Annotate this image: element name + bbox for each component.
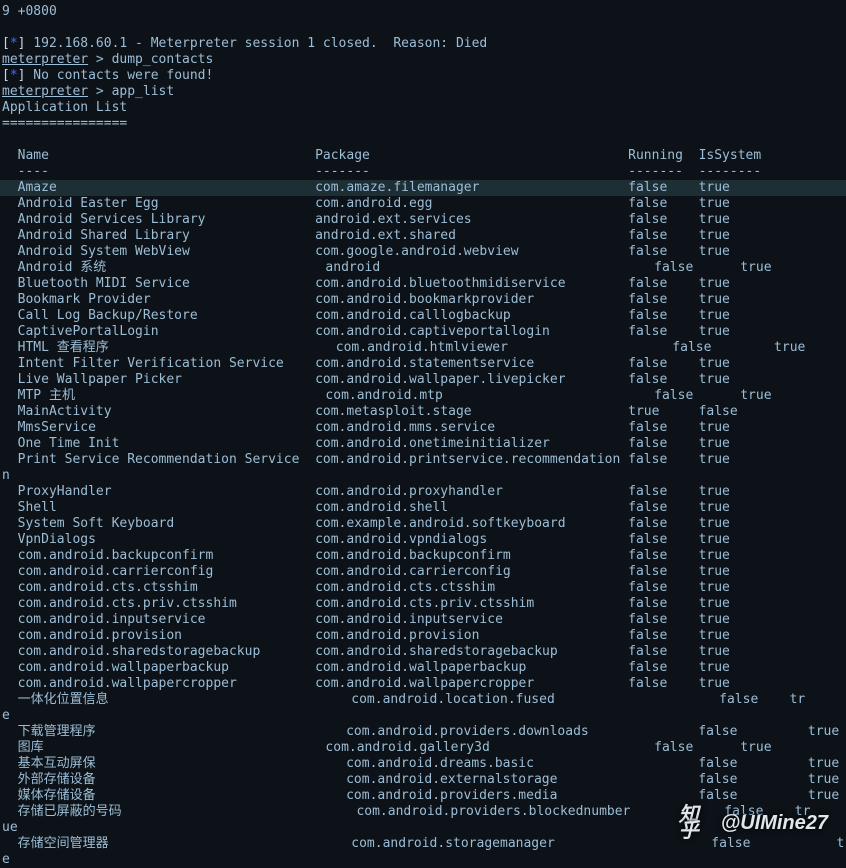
terminal-output[interactable]: 9 +0800 [*] 192.168.60.1 - Meterpreter s… — [0, 4, 846, 868]
terminal-line: Shell com.android.shell false true — [0, 500, 846, 516]
terminal-line: Live Wallpaper Picker com.android.wallpa… — [0, 372, 846, 388]
terminal-line: com.android.cts.ctsshim com.android.cts.… — [0, 580, 846, 596]
terminal-line — [0, 20, 846, 36]
terminal-line: ProxyHandler com.android.proxyhandler fa… — [0, 484, 846, 500]
terminal-line: ---- ------- ------- -------- — [0, 164, 846, 180]
terminal-line: 外部存储设备 com.android.externalstorage false… — [0, 772, 846, 788]
zhihu-logo-icon: 知乎 — [679, 813, 715, 833]
terminal-line: MainActivity com.metasploit.stage true f… — [0, 404, 846, 420]
terminal-line: com.android.inputservice com.android.inp… — [0, 612, 846, 628]
terminal-line: 图库 com.android.gallery3d false true — [0, 740, 846, 756]
terminal-line — [0, 132, 846, 148]
terminal-line: 存储空间管理器 com.android.storagemanager false… — [0, 836, 846, 852]
terminal-line: Application List — [0, 100, 846, 116]
watermark-text: @UIMine27 — [721, 815, 828, 831]
terminal-line: Android System WebView com.google.androi… — [0, 244, 846, 260]
terminal-line: Android Services Library android.ext.ser… — [0, 212, 846, 228]
terminal-line: Android Easter Egg com.android.egg false… — [0, 196, 846, 212]
terminal-line: com.android.wallpapercropper com.android… — [0, 676, 846, 692]
terminal-line: System Soft Keyboard com.example.android… — [0, 516, 846, 532]
terminal-line: Amaze com.amaze.filemanager false true — [0, 180, 846, 196]
terminal-line: Android 系统 android false true — [0, 260, 846, 276]
terminal-line: 基本互动屏保 com.android.dreams.basic false tr… — [0, 756, 846, 772]
terminal-line: Bookmark Provider com.android.bookmarkpr… — [0, 292, 846, 308]
terminal-line: com.android.backupconfirm com.android.ba… — [0, 548, 846, 564]
terminal-line: Android Shared Library android.ext.share… — [0, 228, 846, 244]
terminal-line: meterpreter > dump_contacts — [0, 52, 846, 68]
terminal-line: VpnDialogs com.android.vpndialogs false … — [0, 532, 846, 548]
terminal-line: Bluetooth MIDI Service com.android.bluet… — [0, 276, 846, 292]
terminal-line: CaptivePortalLogin com.android.captivepo… — [0, 324, 846, 340]
terminal-line: Intent Filter Verification Service com.a… — [0, 356, 846, 372]
terminal-line: 9 +0800 — [0, 4, 846, 20]
terminal-line: com.android.cts.priv.ctsshim com.android… — [0, 596, 846, 612]
terminal-line: com.android.wallpaperbackup com.android.… — [0, 660, 846, 676]
terminal-line: MmsService com.android.mms.service false… — [0, 420, 846, 436]
terminal-line: com.android.carrierconfig com.android.ca… — [0, 564, 846, 580]
watermark: 知乎 @UIMine27 — [679, 813, 828, 833]
terminal-line: e — [0, 852, 846, 868]
terminal-line: meterpreter > app_list — [0, 84, 846, 100]
terminal-line: [*] 192.168.60.1 - Meterpreter session 1… — [0, 36, 846, 52]
terminal-line: Print Service Recommendation Service com… — [0, 452, 846, 468]
terminal-line: Call Log Backup/Restore com.android.call… — [0, 308, 846, 324]
terminal-line: MTP 主机 com.android.mtp false true — [0, 388, 846, 404]
terminal-line: com.android.provision com.android.provis… — [0, 628, 846, 644]
terminal-line: ================ — [0, 116, 846, 132]
terminal-line: Name Package Running IsSystem — [0, 148, 846, 164]
terminal-line: 媒体存储设备 com.android.providers.media false… — [0, 788, 846, 804]
terminal-line: com.android.sharedstoragebackup com.andr… — [0, 644, 846, 660]
terminal-line: HTML 查看程序 com.android.htmlviewer false t… — [0, 340, 846, 356]
terminal-line: [*] No contacts were found! — [0, 68, 846, 84]
terminal-line: One Time Init com.android.onetimeinitial… — [0, 436, 846, 452]
terminal-line: 下载管理程序 com.android.providers.downloads f… — [0, 724, 846, 740]
terminal-line: e — [0, 708, 846, 724]
terminal-line: 一体化位置信息 com.android.location.fused false… — [0, 692, 846, 708]
terminal-line: n — [0, 468, 846, 484]
